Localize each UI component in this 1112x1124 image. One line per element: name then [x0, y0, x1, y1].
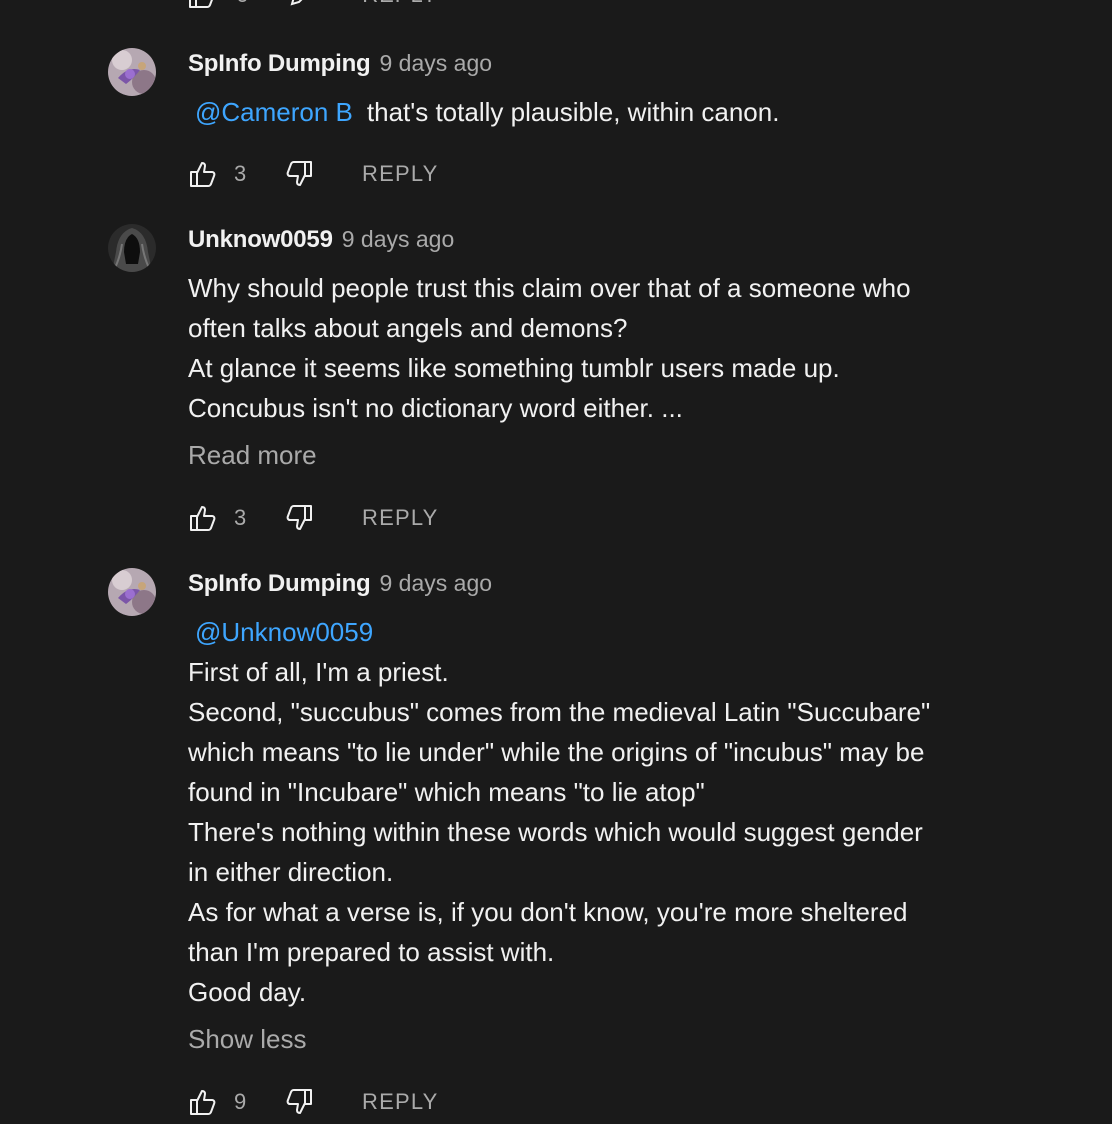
show-less-button[interactable]: Show less — [188, 1024, 307, 1055]
comment-actions: 3 REPLY — [188, 159, 439, 189]
comment-author[interactable]: SpInfo Dumping — [188, 570, 371, 598]
comment-line: in either direction. — [188, 857, 394, 887]
reply-button[interactable]: REPLY — [362, 161, 439, 187]
avatar[interactable] — [108, 48, 156, 96]
avatar[interactable] — [108, 224, 156, 272]
comment-actions: 9 REPLY — [188, 1087, 439, 1117]
comment-timestamp[interactable]: 9 days ago — [380, 50, 493, 77]
comment-text: @Unknow0059 First of all, I'm a priest. … — [188, 612, 1018, 1012]
like-count: 9 — [234, 1089, 247, 1114]
comment-line: Why should people trust this claim over … — [188, 273, 911, 303]
read-more-button[interactable]: Read more — [188, 440, 317, 471]
pencil-icon[interactable] — [288, 0, 314, 8]
comment-timestamp[interactable]: 9 days ago — [380, 570, 493, 597]
comment-line: Good day. — [188, 977, 307, 1007]
like-count: 6 — [236, 0, 248, 8]
reply-button[interactable]: REPLY — [362, 1089, 439, 1115]
thumbs-up-icon[interactable] — [188, 1087, 220, 1117]
comment-timestamp[interactable]: 9 days ago — [342, 226, 455, 253]
thumbs-down-icon[interactable] — [282, 1087, 314, 1117]
comment-thread: 6 REPLY SpInfo Dumping 9 days ago @Camer… — [0, 0, 1112, 1124]
comment-actions: 3 REPLY — [188, 503, 439, 533]
comment-line: often talks about angels and demons? — [188, 313, 628, 343]
comment-author[interactable]: Unknow0059 — [188, 226, 333, 254]
like-count: 3 — [234, 161, 247, 186]
thumbs-down-icon[interactable] — [282, 159, 314, 189]
reply-button[interactable]: REPLY — [362, 505, 439, 531]
comment-line: At glance it seems like something tumblr… — [188, 353, 840, 383]
reply-button[interactable]: REPLY — [362, 0, 438, 8]
avatar[interactable] — [108, 568, 156, 616]
comment-author[interactable]: SpInfo Dumping — [188, 50, 371, 78]
thumbs-up-icon[interactable] — [188, 159, 220, 189]
thumbs-up-icon[interactable] — [188, 0, 218, 8]
previous-comment-actions: 6 REPLY — [188, 0, 438, 8]
comment-line: than I'm prepared to assist with. — [188, 937, 555, 967]
comment-line: which means "to lie under" while the ori… — [188, 737, 925, 767]
comment-line: found in "Incubare" which means "to lie … — [188, 777, 705, 807]
mention-link[interactable]: @Unknow0059 — [195, 617, 373, 647]
comment-line: There's nothing within these words which… — [188, 817, 923, 847]
mention-link[interactable]: @Cameron B — [195, 97, 353, 127]
thumbs-up-icon[interactable] — [188, 503, 220, 533]
comment-line: Concubus isn't no dictionary word either… — [188, 393, 683, 423]
comment-line: First of all, I'm a priest. — [188, 657, 449, 687]
comment-line: As for what a verse is, if you don't kno… — [188, 897, 908, 927]
comment-text: Why should people trust this claim over … — [188, 268, 1018, 428]
like-count: 3 — [234, 505, 247, 530]
comment-text: that's totally plausible, within canon. — [366, 97, 780, 127]
comment-line: Second, "succubus" comes from the mediev… — [188, 697, 931, 727]
thumbs-down-icon[interactable] — [282, 503, 314, 533]
